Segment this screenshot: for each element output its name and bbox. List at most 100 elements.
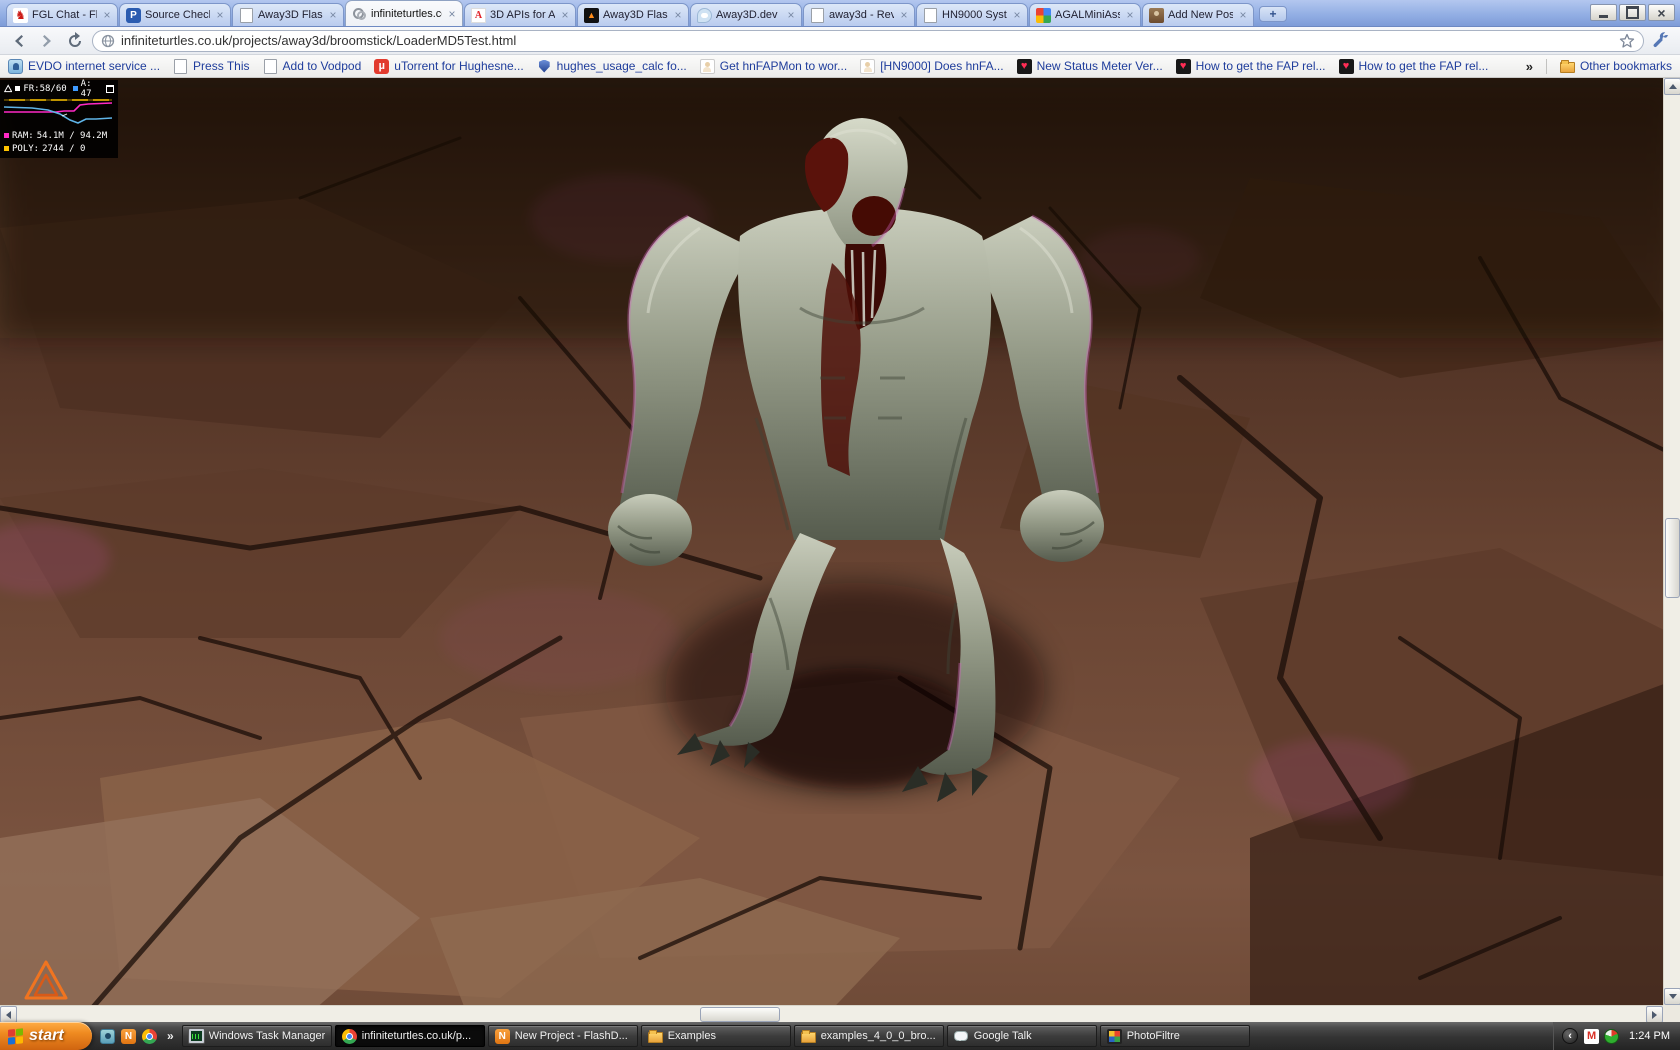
horizontal-scroll-thumb[interactable] <box>700 1007 780 1022</box>
folder-icon <box>1560 59 1575 74</box>
wrench-menu-button[interactable] <box>1650 30 1672 52</box>
tab-2[interactable]: Away3D Flash E...× <box>232 3 344 26</box>
tab-close-icon[interactable]: × <box>1237 9 1249 21</box>
bookmark-label: EVDO internet service ... <box>28 59 160 73</box>
poly-label: POLY: <box>12 144 39 154</box>
person-icon <box>860 59 875 74</box>
tab-label: AGALMiniAssem... <box>1055 9 1120 21</box>
tab-label: Away3D.dev | G... <box>716 9 781 21</box>
stats-graph <box>4 96 112 128</box>
tab-close-icon[interactable]: × <box>101 9 113 21</box>
bookmark-7[interactable]: New Status Meter Ver... <box>1017 59 1163 74</box>
tab-7[interactable]: away3d - Revisi...× <box>803 3 915 26</box>
vertical-scroll-thumb[interactable] <box>1665 518 1680 598</box>
browser-toolbar: infiniteturtles.co.uk/projects/away3d/br… <box>0 27 1680 55</box>
globe-icon <box>101 34 115 48</box>
tray-collapse-button[interactable]: ‹ <box>1562 1028 1578 1044</box>
windows-flag-icon <box>8 1028 23 1045</box>
scroll-up-button[interactable] <box>1664 78 1680 95</box>
new-tab-button[interactable]: + <box>1259 6 1287 22</box>
tab-close-icon[interactable]: × <box>898 9 910 21</box>
minimize-button[interactable] <box>1590 4 1617 21</box>
taskbar-button-3[interactable]: Examples <box>641 1025 791 1047</box>
stats-minimize-icon[interactable] <box>106 85 114 93</box>
tab-label: Away3D Flash E... <box>603 9 668 21</box>
utorrent-icon <box>374 59 389 74</box>
quick-launch-overflow-chevron[interactable]: » <box>165 1029 176 1043</box>
bookmark-star-icon[interactable] <box>1619 33 1635 49</box>
start-button[interactable]: start <box>0 1022 92 1050</box>
tab-close-icon[interactable]: × <box>214 9 226 21</box>
tab-0[interactable]: FGL Chat - Flash...× <box>6 3 118 26</box>
bookmark-6[interactable]: [HN9000] Does hnFA... <box>860 59 1003 74</box>
scroll-right-button[interactable] <box>1646 1006 1663 1022</box>
tab-close-icon[interactable]: × <box>559 9 571 21</box>
taskbar-button-5[interactable]: Google Talk <box>947 1025 1097 1047</box>
taskbar-button-2[interactable]: New Project - FlashD... <box>488 1025 638 1047</box>
scroll-down-button[interactable] <box>1664 988 1680 1005</box>
taskbar-button-0[interactable]: Windows Task Manager <box>182 1025 332 1047</box>
chrome-icon[interactable] <box>142 1029 157 1044</box>
start-label: start <box>29 1027 64 1045</box>
status-meter-icon[interactable] <box>1604 1029 1619 1044</box>
maximize-button[interactable] <box>1619 4 1646 21</box>
tab-3[interactable]: infiniteturtles.co...× <box>345 0 463 26</box>
plus-icon: + <box>1269 7 1276 21</box>
taskbar: start » Windows Task Manager infiniteturt… <box>0 1022 1680 1050</box>
tab-close-icon[interactable]: × <box>446 8 458 20</box>
url-text: infiniteturtles.co.uk/projects/away3d/br… <box>121 33 1613 48</box>
webcam-icon[interactable] <box>100 1029 115 1044</box>
tab-9[interactable]: AGALMiniAssem... × <box>1029 3 1141 26</box>
tab-close-icon[interactable]: × <box>1124 9 1136 21</box>
bookmark-5[interactable]: Get hnFAPMon to wor... <box>700 59 847 74</box>
back-button[interactable] <box>8 30 30 52</box>
taskbar-button-6[interactable]: PhotoFiltre <box>1100 1025 1250 1047</box>
tab-close-icon[interactable]: × <box>327 9 339 21</box>
page-icon <box>173 59 188 74</box>
tab-close-icon[interactable]: × <box>672 9 684 21</box>
other-bookmarks-button[interactable]: Other bookmarks <box>1560 59 1672 74</box>
tab-8[interactable]: HN9000 System...× <box>916 3 1028 26</box>
forward-icon <box>38 32 56 50</box>
tab-10[interactable]: Add New Post ‹...× <box>1142 3 1254 26</box>
taskbar-button-label: infiniteturtles.co.uk/p... <box>362 1030 471 1042</box>
flashdevelop-icon[interactable] <box>121 1029 136 1044</box>
bookmark-3[interactable]: uTorrent for Hughesne... <box>374 59 523 74</box>
address-bar[interactable]: infiniteturtles.co.uk/projects/away3d/br… <box>92 30 1644 52</box>
tab-close-icon[interactable]: × <box>785 9 797 21</box>
taskmgr-icon <box>189 1029 204 1044</box>
taskbar-button-4[interactable]: examples_4_0_0_bro... <box>794 1025 944 1047</box>
a-bullet <box>73 86 78 91</box>
bookmark-9[interactable]: How to get the FAP rel... <box>1339 59 1489 74</box>
close-button[interactable] <box>1648 4 1675 21</box>
bookmark-1[interactable]: Press This <box>173 59 249 74</box>
fgl-icon <box>13 8 28 23</box>
bookmark-label: Get hnFAPMon to wor... <box>720 59 847 73</box>
forward-button[interactable] <box>36 30 58 52</box>
page-icon <box>263 59 278 74</box>
chrome-icon <box>342 1029 357 1044</box>
tab-close-icon[interactable]: × <box>1011 9 1023 21</box>
vertical-scrollbar[interactable] <box>1663 78 1680 1005</box>
tab-6[interactable]: Away3D.dev | G... × <box>690 3 802 26</box>
gmail-icon[interactable] <box>1584 1029 1599 1044</box>
taskbar-button-label: PhotoFiltre <box>1127 1030 1180 1042</box>
gears-icon <box>352 6 367 21</box>
tab-4[interactable]: 3D APIs for Ado...× <box>464 3 576 26</box>
horizontal-scrollbar[interactable] <box>0 1005 1663 1022</box>
tab-5[interactable]: Away3D Flash E... × <box>577 3 689 26</box>
bookmark-4[interactable]: hughes_usage_calc fo... <box>537 59 687 74</box>
tab-1[interactable]: Source Checko...× <box>119 3 231 26</box>
bookmark-2[interactable]: Add to Vodpod <box>263 59 362 74</box>
page-content: FR:58/60 A: 47 RAM: 54.1M / 94.2M PO <box>0 78 1680 1022</box>
taskbar-button-label: New Project - FlashD... <box>515 1030 628 1042</box>
bookmark-8[interactable]: How to get the FAP rel... <box>1176 59 1326 74</box>
ram-label: RAM: <box>12 131 34 141</box>
bookmarks-overflow-chevron[interactable]: » <box>1526 59 1533 74</box>
bookmark-0[interactable]: EVDO internet service ... <box>8 59 160 74</box>
bookmark-label: How to get the FAP rel... <box>1196 59 1326 73</box>
reload-button[interactable] <box>64 30 86 52</box>
scroll-left-button[interactable] <box>0 1006 17 1022</box>
scrollbar-corner <box>1663 1005 1680 1022</box>
taskbar-button-1[interactable]: infiniteturtles.co.uk/p... <box>335 1025 485 1047</box>
